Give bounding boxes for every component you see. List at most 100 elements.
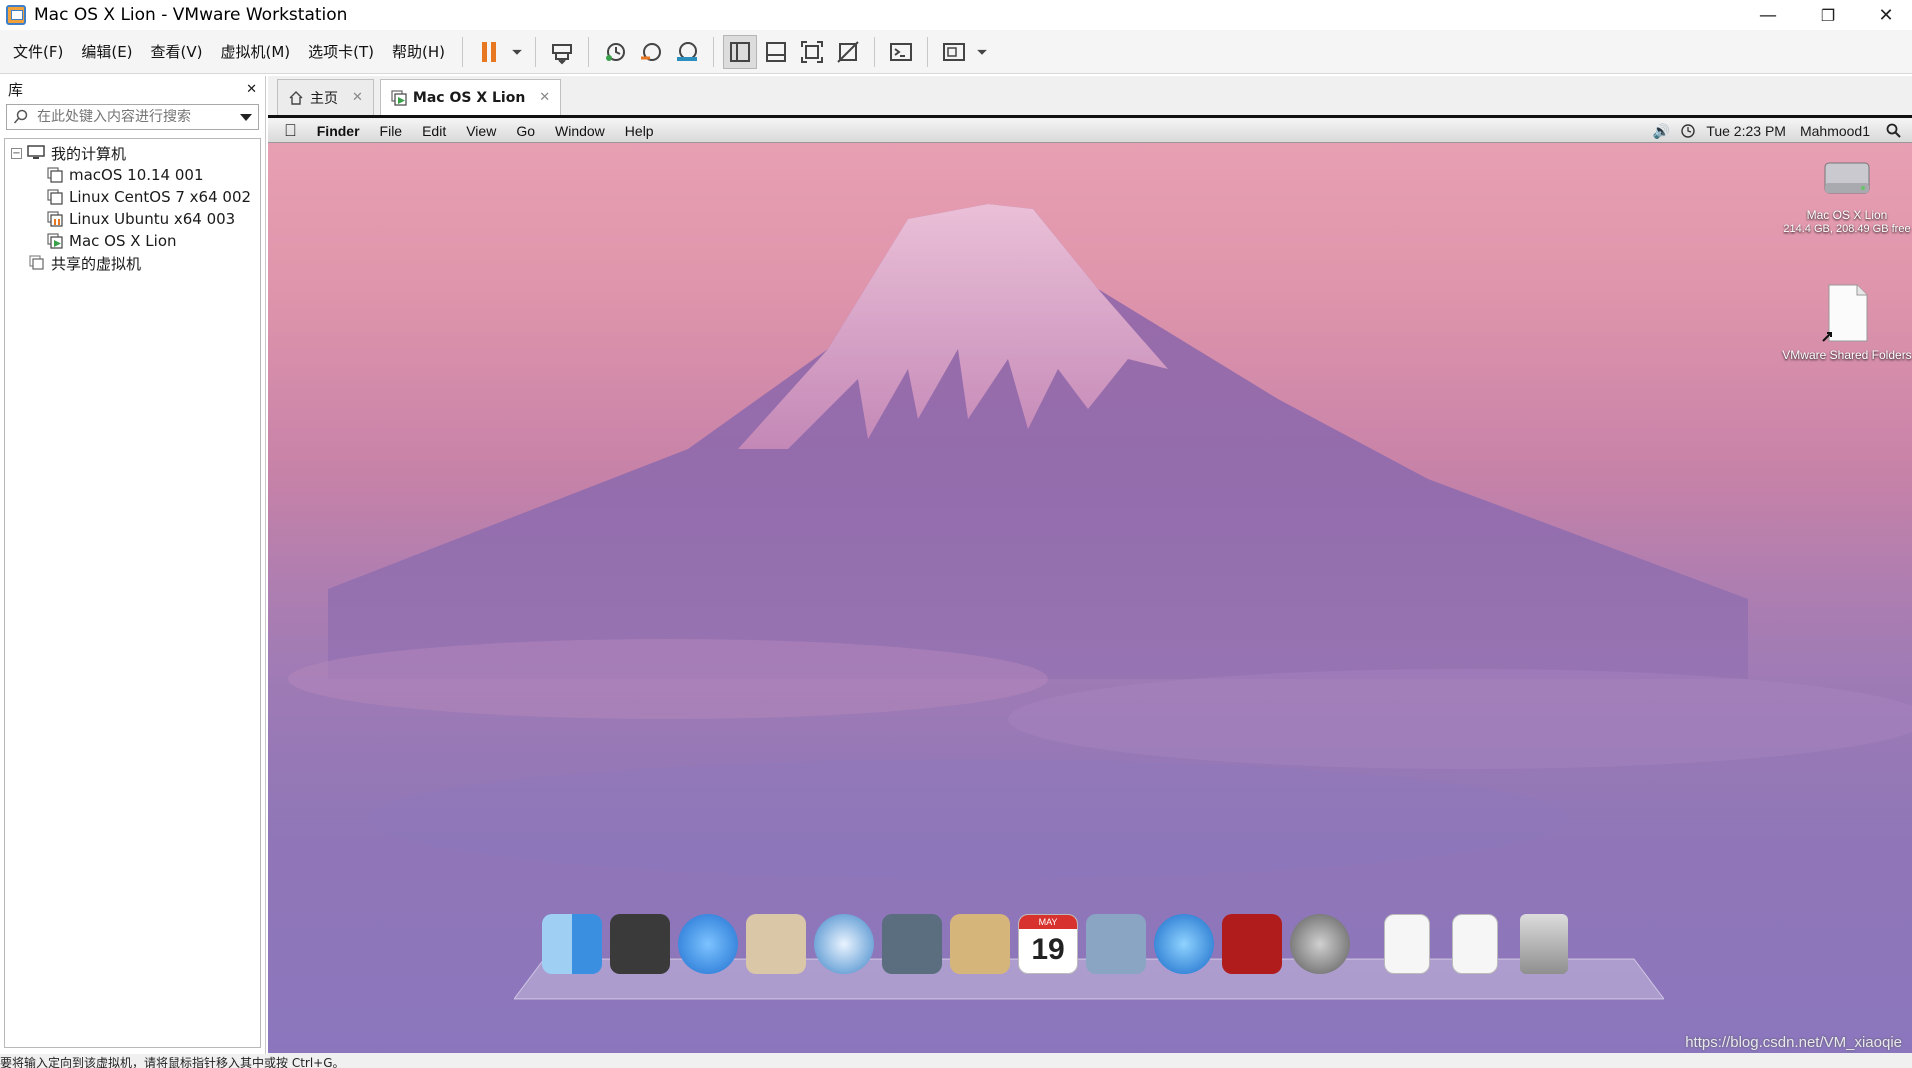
tree-item-vm[interactable]: Linux CentOS 7 x64 002 <box>5 186 260 208</box>
mac-clock[interactable]: Tue 2:23 PM <box>1706 123 1800 139</box>
app-store-icon[interactable] <box>678 914 738 974</box>
system-preferences-icon[interactable] <box>1290 914 1350 974</box>
tree-label: Linux CentOS 7 x64 002 <box>69 188 252 206</box>
library-view-icon[interactable] <box>723 34 758 69</box>
mac-user[interactable]: Mahmood1 <box>1800 123 1886 139</box>
minimize-button[interactable]: — <box>1742 0 1794 30</box>
tree-item-shared[interactable]: 共享的虚拟机 <box>5 252 260 274</box>
mac-status-area: 🔊 Tue 2:23 PM Mahmood1 <box>1643 119 1912 143</box>
toolbar-divider <box>874 36 876 67</box>
menu-file[interactable]: 文件(F) <box>4 37 72 67</box>
menu-vm[interactable]: 虚拟机(M) <box>212 37 300 67</box>
tree-label: Mac OS X Lion <box>69 232 177 250</box>
dropdown-icon[interactable] <box>973 35 991 69</box>
menu-edit[interactable]: 编辑(E) <box>72 37 141 67</box>
vm-icon <box>47 167 63 183</box>
toolbar-divider <box>462 36 464 67</box>
unity-icon[interactable] <box>831 35 865 69</box>
dashboard-icon[interactable] <box>610 914 670 974</box>
mac-dock: MAY 19 <box>514 899 1664 1009</box>
menu-view[interactable]: 查看(V) <box>142 37 212 67</box>
vmware-window: Mac OS X Lion - VMware Workstation — ❐ ✕… <box>0 0 1912 1068</box>
hard-drive-icon <box>1824 162 1870 194</box>
tab-home[interactable]: 主页 ✕ <box>277 79 374 115</box>
mac-menu-finder[interactable]: Finder <box>307 123 370 139</box>
tree-item-vm-active[interactable]: Mac OS X Lion <box>5 230 260 252</box>
address-book-icon[interactable] <box>950 914 1010 974</box>
downloads-stack-icon[interactable] <box>1452 914 1498 974</box>
revert-snapshot-icon[interactable] <box>634 35 668 69</box>
toolbar-divider <box>535 36 537 67</box>
console-icon[interactable] <box>884 35 918 69</box>
tree-item-my-computer[interactable]: − 我的计算机 <box>5 142 260 164</box>
tab-label: Mac OS X Lion <box>412 89 526 106</box>
guest-screen[interactable]:  Finder File Edit View Go Window Help 🔊… <box>268 119 1912 1053</box>
facetime-icon[interactable] <box>882 914 942 974</box>
mac-menu-edit[interactable]: Edit <box>412 123 456 139</box>
pause-icon[interactable] <box>472 35 506 69</box>
mail-icon[interactable] <box>746 914 806 974</box>
restore-button[interactable]: ❐ <box>1802 0 1854 30</box>
document-alias-icon <box>1822 284 1868 342</box>
window-title: Mac OS X Lion - VMware Workstation <box>34 5 348 25</box>
mac-menu-view[interactable]: View <box>456 123 506 139</box>
fullscreen-icon[interactable] <box>795 35 829 69</box>
menu-tabs[interactable]: 选项卡(T) <box>299 37 383 67</box>
mac-menu-window[interactable]: Window <box>545 123 615 139</box>
home-icon <box>289 90 303 105</box>
mac-menu-go[interactable]: Go <box>506 123 545 139</box>
shared-vm-icon <box>29 255 44 270</box>
close-button[interactable]: ✕ <box>1860 0 1912 30</box>
desktop-icon-hard-drive[interactable]: Mac OS X Lion 214.4 GB, 208.49 GB free <box>1782 149 1912 236</box>
ical-icon[interactable]: MAY 19 <box>1018 914 1078 974</box>
collapse-icon[interactable]: − <box>11 147 22 159</box>
tab-mac-os-x-lion[interactable]: Mac OS X Lion ✕ <box>379 79 562 115</box>
iphoto-icon[interactable] <box>1086 914 1146 974</box>
document-stack-icon[interactable] <box>1384 914 1430 974</box>
tree-label: Linux Ubuntu x64 003 <box>69 210 236 228</box>
menu-help[interactable]: 帮助(H) <box>383 37 454 67</box>
snapshot-icon[interactable] <box>598 35 632 69</box>
tree-label: 我的计算机 <box>51 144 127 163</box>
volume-icon[interactable]: 🔊 <box>1643 123 1680 140</box>
desktop-icon-sublabel: 214.4 GB, 208.49 GB free <box>1783 223 1911 235</box>
trash-icon[interactable] <box>1520 914 1568 974</box>
spotlight-icon[interactable] <box>1886 123 1902 139</box>
tree-item-vm[interactable]: Linux Ubuntu x64 003 <box>5 208 260 230</box>
tab-label: 主页 <box>310 90 338 107</box>
library-search-box[interactable] <box>6 104 259 130</box>
photo-booth-icon[interactable] <box>1222 914 1282 974</box>
toolbar-divider <box>588 36 590 67</box>
tree-label: 共享的虚拟机 <box>51 254 142 273</box>
tab-close-icon[interactable]: ✕ <box>352 90 363 105</box>
library-tree: − 我的计算机 macOS 10.14 001 Linux CentOS 7 x… <box>4 138 261 1048</box>
library-header: 库 ✕ <box>0 76 265 102</box>
library-panel: 库 ✕ − 我的计算机 macOS 10.14 001 Linux CentOS… <box>0 76 266 1054</box>
library-search-input[interactable] <box>37 109 240 125</box>
library-close-button[interactable]: ✕ <box>246 82 257 97</box>
toolbar-divider <box>927 36 929 67</box>
tree-item-vm[interactable]: macOS 10.14 001 <box>5 164 260 186</box>
computer-icon <box>27 145 45 159</box>
time-machine-icon[interactable] <box>1680 123 1696 139</box>
thumbnail-view-icon[interactable] <box>759 35 793 69</box>
library-title: 库 <box>8 80 24 99</box>
apple-menu-icon[interactable]:  <box>268 121 307 141</box>
desktop-icon-shared-folders[interactable]: VMware Shared Folders <box>1782 281 1912 362</box>
vm-paused-icon <box>47 211 63 227</box>
send-ctrl-alt-del-icon[interactable] <box>545 35 579 69</box>
mac-menu-help[interactable]: Help <box>615 123 664 139</box>
watermark-text: https://blog.csdn.net/VM_xiaoqie <box>1685 1034 1902 1051</box>
vm-icon <box>47 189 63 205</box>
mac-menu-file[interactable]: File <box>370 123 413 139</box>
tab-close-icon[interactable]: ✕ <box>539 90 550 105</box>
chevron-down-icon[interactable] <box>240 112 252 122</box>
dropdown-icon[interactable] <box>508 35 526 69</box>
snapshot-manager-icon[interactable] <box>670 35 704 69</box>
vm-running-icon <box>391 89 407 106</box>
safari-icon[interactable] <box>814 914 874 974</box>
itunes-icon[interactable] <box>1154 914 1214 974</box>
vm-content-area: 主页 ✕ Mac OS X Lion ✕ Finder File Edit Vi… <box>268 76 1912 1054</box>
finder-icon[interactable] <box>542 914 602 974</box>
stretch-view-icon[interactable] <box>937 35 971 69</box>
